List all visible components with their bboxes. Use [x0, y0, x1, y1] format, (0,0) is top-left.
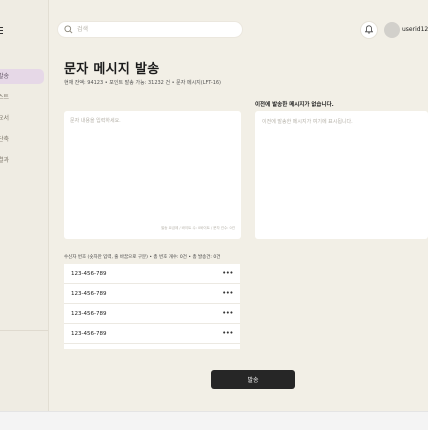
recent-empty-text: 이전에 발송한 메시지가 여기에 표시됩니다. [262, 119, 353, 125]
sidebar-item-label: 요서 [0, 115, 10, 122]
menu-icon[interactable] [0, 27, 3, 34]
sidebar-item-label: 결과 [0, 157, 10, 164]
user-id[interactable]: userid1234 [402, 26, 428, 33]
recipient-list[interactable]: 123-456-789 ••• 123-456-789 ••• 123-456-… [64, 264, 240, 349]
message-panel: 발송 요금제 / 바이트 수: 0바이트 / 문자 건수: 0건 [64, 111, 241, 239]
sidebar-item-label: 단축 [0, 136, 10, 143]
search-icon [64, 25, 73, 34]
more-icon[interactable]: ••• [222, 290, 233, 297]
account-info: 현재 잔액: 94123 • 포인트 발송 가능: 31232 건 • 문자 메… [64, 80, 222, 86]
app-window: 발송 스트 요서 단축 결과 userid1234 문자 메시지 발송 현재 잔… [0, 0, 428, 411]
sidebar-item-send[interactable]: 발송 [0, 69, 44, 84]
more-icon[interactable]: ••• [222, 270, 233, 277]
avatar[interactable] [384, 22, 400, 38]
recent-messages-title: 이전에 발송한 메시지가 없습니다. [255, 102, 334, 108]
more-icon[interactable]: ••• [222, 310, 233, 317]
recipient-phone: 123-456-789 [71, 291, 107, 297]
list-item[interactable]: 123-456-789 ••• [64, 264, 240, 284]
message-byte-hint: 발송 요금제 / 바이트 수: 0바이트 / 문자 건수: 0건 [161, 226, 235, 230]
message-input[interactable] [70, 117, 235, 217]
list-item[interactable]: 123-456-789 ••• [64, 284, 240, 304]
search-input[interactable] [77, 23, 227, 36]
recent-messages-panel: 이전에 발송한 메시지가 여기에 표시됩니다. [255, 111, 428, 239]
sidebar: 발송 스트 요서 단축 결과 [0, 0, 49, 411]
send-button[interactable]: 발송 [211, 370, 295, 389]
recipient-phone: 123-456-789 [71, 331, 107, 337]
sidebar-item-label: 발송 [0, 73, 10, 80]
sidebar-divider [0, 330, 48, 331]
bottom-strip [0, 411, 428, 430]
sidebar-item-label: 스트 [0, 94, 10, 101]
sidebar-item-shortcut[interactable]: 단축 [0, 132, 44, 147]
page-title: 문자 메시지 발송 [64, 62, 160, 77]
search-box[interactable] [58, 22, 242, 37]
more-icon[interactable]: ••• [222, 330, 233, 337]
sidebar-item-request[interactable]: 요서 [0, 111, 44, 126]
recipient-phone: 123-456-789 [71, 271, 107, 277]
recipient-label: 수신자 번호 (숫자만 입력, 줄 바꿈으로 구분) • 총 번호 개수: 0건… [64, 255, 221, 260]
sidebar-item-results[interactable]: 결과 [0, 153, 44, 168]
sidebar-item-test[interactable]: 스트 [0, 90, 44, 105]
bell-icon [365, 25, 373, 34]
list-item[interactable]: 123-456-789 ••• [64, 324, 240, 344]
recipient-phone: 123-456-789 [71, 311, 107, 317]
notification-button[interactable] [361, 22, 377, 38]
list-item[interactable]: 123-456-789 ••• [64, 304, 240, 324]
